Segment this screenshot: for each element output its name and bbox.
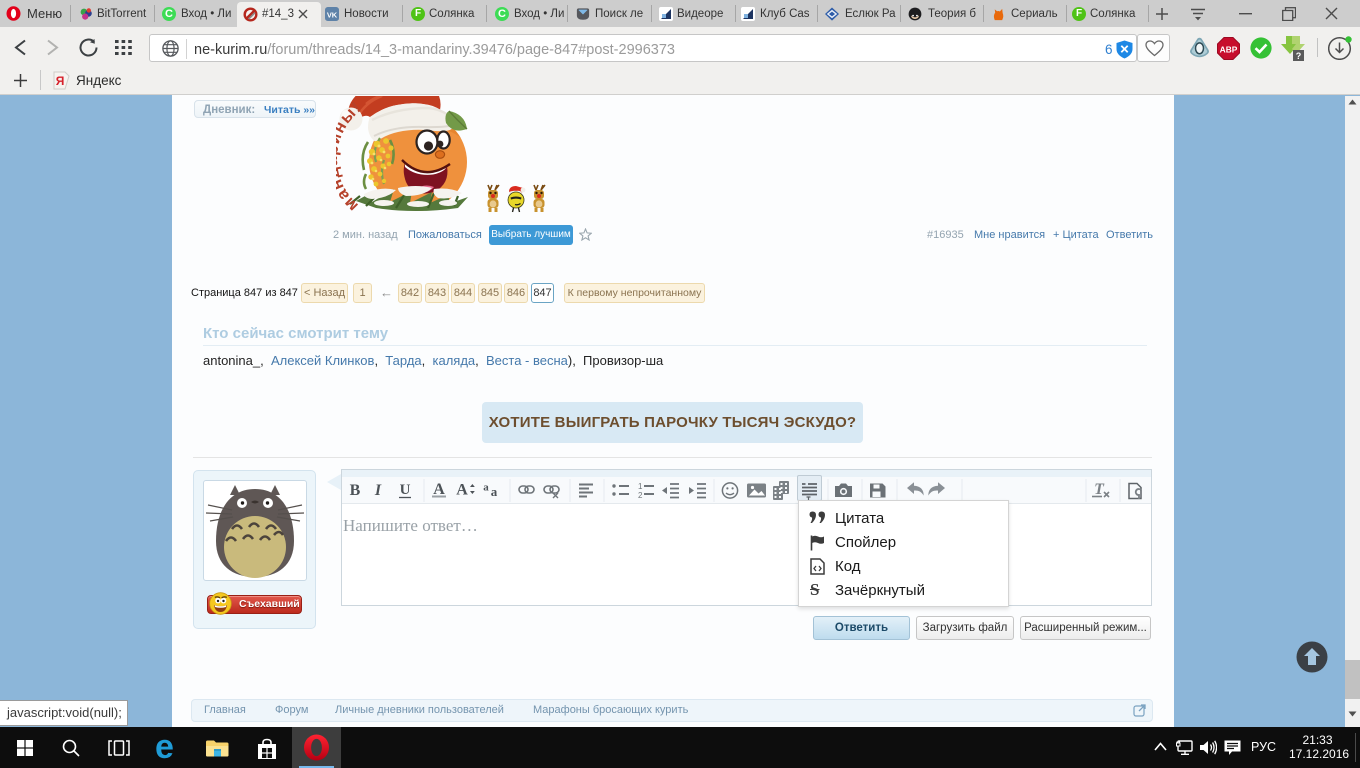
svg-text:B: B xyxy=(350,482,361,499)
svg-text:ABP: ABP xyxy=(1220,45,1238,55)
svg-text:I: I xyxy=(374,482,382,499)
svg-text:a: a xyxy=(491,484,498,499)
svg-text:A: A xyxy=(433,481,445,498)
svg-text:U: U xyxy=(400,482,411,498)
svg-text:1: 1 xyxy=(638,482,643,491)
svg-text:Я: Я xyxy=(56,74,65,88)
svg-text:VK: VK xyxy=(327,10,338,19)
svg-text:a: a xyxy=(483,482,489,494)
svg-text:?: ? xyxy=(1296,51,1302,61)
svg-text:мандарины!: мандарины! xyxy=(336,98,365,213)
svg-text:T: T xyxy=(1094,481,1105,498)
svg-text:A: A xyxy=(456,482,468,499)
svg-text:2: 2 xyxy=(638,491,643,500)
